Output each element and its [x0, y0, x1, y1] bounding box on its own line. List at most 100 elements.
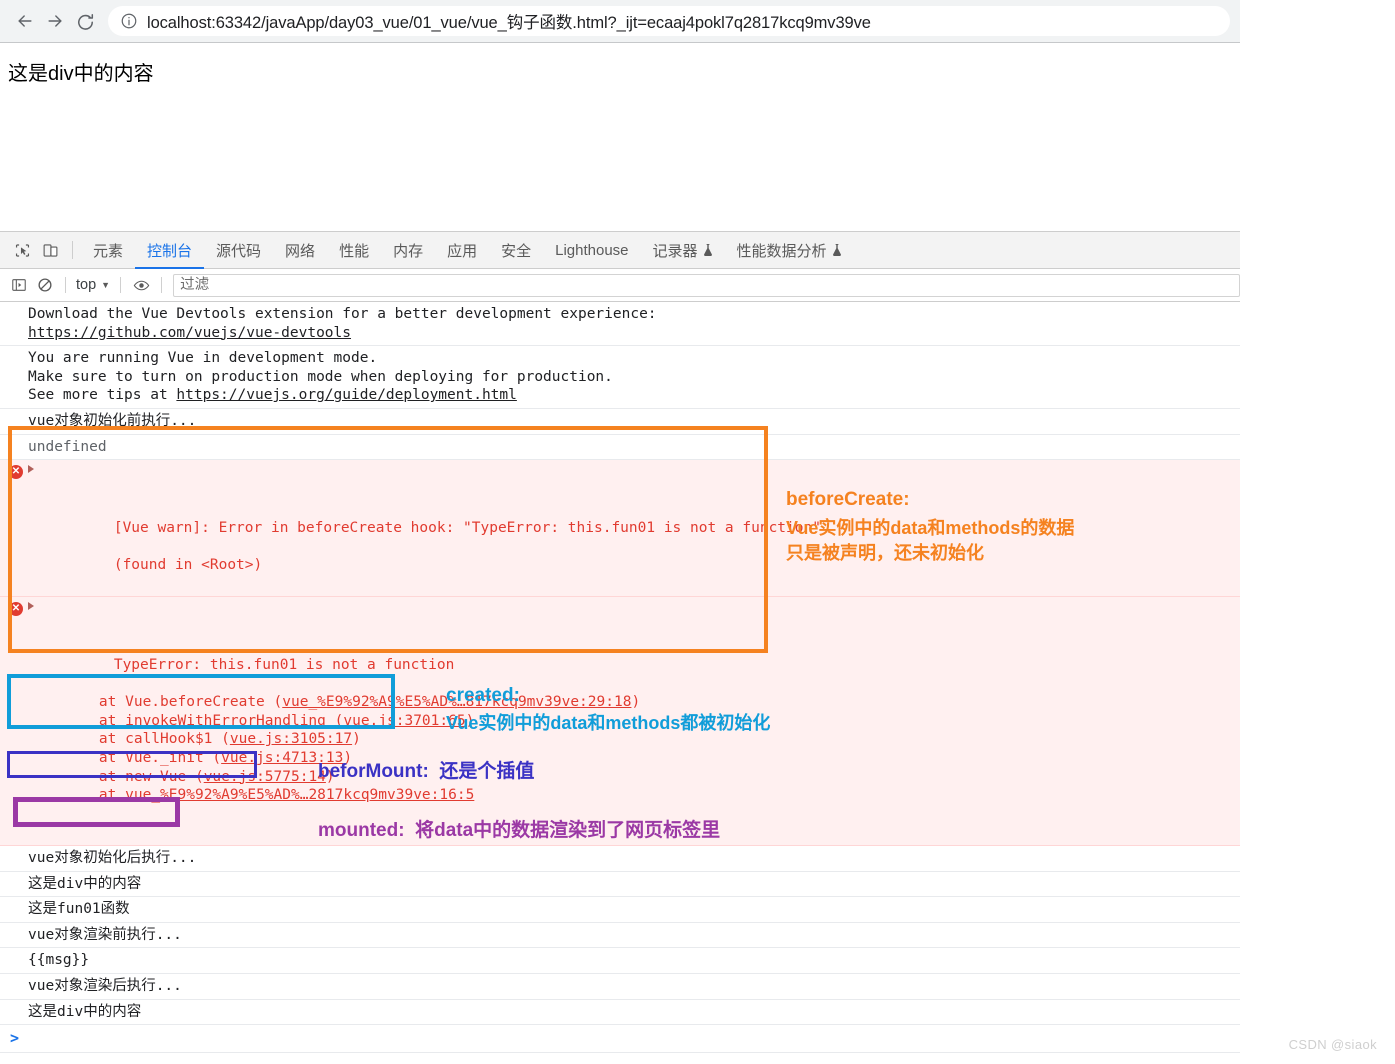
log-line: vue对象渲染后执行...	[28, 978, 182, 994]
annotation-body-before-create: Vue实例中的data和methods的数据 只是被声明，还未初始化	[786, 516, 1074, 566]
tab-elements[interactable]: 元素	[81, 232, 135, 269]
tab-console[interactable]: 控制台	[135, 232, 204, 269]
filterbar-divider	[161, 277, 163, 293]
browser-toolbar: localhost:63342/javaApp/day03_vue/01_vue…	[0, 0, 1240, 43]
stack-link[interactable]: vue.js:5775:14	[204, 769, 326, 785]
tab-security[interactable]: 安全	[489, 232, 543, 269]
tab-performance-insights[interactable]: 性能数据分析	[725, 232, 854, 269]
annotation-label-before-mount: beforMount: 还是个插值	[318, 759, 534, 784]
context-label: top	[76, 277, 97, 293]
live-expression-eye-icon[interactable]	[128, 272, 154, 298]
log-line: undefined	[28, 438, 107, 455]
error-line: TypeError: this.fun01 is not a function	[113, 657, 455, 674]
stack-link[interactable]: vue.js:3105:17	[230, 731, 352, 747]
stack-link[interactable]: vue_%E9%92%A9%E5%AD%…2817kcq9mv39ve:16:5	[125, 787, 474, 803]
annotation-title: created:	[446, 685, 520, 706]
log-line: vue对象渲染前执行...	[28, 926, 182, 943]
console-row-msg[interactable]: 这是div中的内容	[0, 872, 1240, 898]
console-row-before-create[interactable]: vue对象初始化前执行...	[0, 409, 1240, 435]
paren: )	[631, 694, 641, 711]
device-toolbar-icon[interactable]	[36, 236, 64, 264]
console-filter-input[interactable]	[173, 273, 1240, 297]
address-bar[interactable]: localhost:63342/javaApp/day03_vue/01_vue…	[108, 6, 1230, 36]
annotation-title: beforMount:	[318, 761, 429, 782]
console-row-mounted[interactable]: vue对象渲染后执行...	[0, 974, 1240, 1000]
devtools-link[interactable]: https://github.com/vuejs/vue-devtools	[28, 325, 351, 341]
log-line: vue对象初始化前执行...	[28, 412, 197, 429]
annotation-label-mounted: mounted: 将data中的数据渲染到了网页标签里	[318, 818, 720, 843]
console-row-mustache[interactable]: {{msg}}	[0, 948, 1240, 974]
console-row-undefined[interactable]: undefined	[0, 435, 1240, 461]
log-line: vue对象初始化后执行...	[28, 850, 197, 867]
expand-triangle-icon[interactable]	[28, 602, 34, 611]
flask-icon	[703, 243, 713, 257]
annotation-body-created: Vue实例中的data和methods都被初始化	[446, 711, 770, 736]
annotation-body: Vue实例中的data和methods都被初始化	[446, 713, 771, 733]
tab-label: 源代码	[216, 242, 262, 260]
filterbar-divider	[65, 277, 66, 293]
chevron-down-icon: ▼	[101, 280, 111, 290]
console-row-vue-devtools[interactable]: Download the Vue Devtools extension for …	[0, 302, 1240, 347]
toolbar-divider	[72, 241, 73, 259]
watermark: CSDN @siaok	[1288, 1037, 1377, 1052]
stack-frame: at new Vue (	[64, 768, 204, 785]
tab-application[interactable]: 应用	[435, 232, 489, 269]
paren: )	[352, 731, 361, 748]
annotation-label-created: created:	[446, 683, 520, 708]
tab-lighthouse[interactable]: Lighthouse	[543, 232, 640, 269]
tab-label: 性能数据分析	[736, 242, 827, 260]
console-sidebar-toggle-icon[interactable]	[6, 272, 32, 298]
tab-label: 元素	[93, 242, 124, 260]
console-row-fun01[interactable]: 这是fun01函数	[0, 897, 1240, 923]
devtools-tabbar: 元素 控制台 源代码 网络 性能 内存 应用 安全 Lighthouse 记录器…	[0, 232, 1240, 269]
console-filter-bar: top ▼	[0, 269, 1240, 302]
error-icon: ✕	[9, 465, 23, 480]
devtools-panel: 元素 控制台 源代码 网络 性能 内存 应用 安全 Lighthouse 记录器…	[0, 231, 1240, 1064]
console-row-before-mount[interactable]: vue对象渲染前执行...	[0, 923, 1240, 949]
tab-memory[interactable]: 内存	[381, 232, 435, 269]
stack-frame: at invokeWithErrorHandling (	[64, 712, 344, 729]
tab-label: Lighthouse	[555, 241, 629, 259]
tab-recorder[interactable]: 记录器	[641, 232, 725, 269]
log-line: You are running Vue in development mode.	[28, 350, 378, 367]
log-line: 这是fun01函数	[28, 901, 130, 918]
forward-icon[interactable]	[40, 6, 70, 36]
error-line: (found in <Root>)	[113, 557, 263, 574]
page-div-content: 这是div中的内容	[8, 63, 154, 85]
console-row-created[interactable]: vue对象初始化后执行...	[0, 846, 1240, 872]
log-line: See more tips at	[28, 387, 177, 404]
inspect-element-icon[interactable]	[8, 236, 36, 264]
tab-label: 安全	[501, 242, 532, 260]
tab-performance[interactable]: 性能	[327, 232, 381, 269]
annotation-title: mounted:	[318, 820, 405, 841]
screenshot-root: localhost:63342/javaApp/day03_vue/01_vue…	[0, 0, 1395, 1064]
tab-network[interactable]: 网络	[273, 232, 327, 269]
error-text: [Vue warn]: Error in beforeCreate hook: …	[104, 519, 821, 575]
clear-console-icon[interactable]	[32, 272, 58, 298]
stack-frame: at callHook$1 (	[64, 731, 230, 748]
console-row-rendered[interactable]: 这是div中的内容	[0, 1000, 1240, 1026]
page-viewport: 这是div中的内容	[0, 44, 1395, 228]
stack-frame: at Vue._init (	[64, 750, 222, 767]
site-info-icon[interactable]	[120, 12, 138, 30]
console-prompt[interactable]: >	[0, 1025, 1240, 1054]
log-line: 这是div中的内容	[28, 1003, 142, 1020]
console-output: Download the Vue Devtools extension for …	[0, 302, 1240, 1054]
tab-label: 控制台	[147, 242, 193, 260]
expand-triangle-icon[interactable]	[28, 465, 34, 474]
tab-label: 记录器	[652, 242, 698, 260]
stack-frame: at	[64, 787, 126, 804]
reload-icon[interactable]	[70, 6, 100, 36]
annotation-body: 还是个插值	[439, 761, 535, 782]
execution-context-selector[interactable]: top ▼	[73, 277, 113, 293]
back-icon[interactable]	[10, 6, 40, 36]
console-row-dev-mode[interactable]: You are running Vue in development mode.…	[0, 346, 1240, 409]
annotation-body: 将data中的数据渲染到了网页标签里	[415, 820, 721, 841]
tab-sources[interactable]: 源代码	[204, 232, 273, 269]
deployment-link[interactable]: https://vuejs.org/guide/deployment.html	[176, 387, 516, 403]
annotation-body: Vue实例中的data和methods的数据 只是被声明，还未初始化	[786, 518, 1075, 563]
prompt-caret-icon: >	[10, 1029, 20, 1048]
annotation-label-before-create: beforeCreate:	[786, 487, 910, 512]
tab-label: 网络	[285, 242, 316, 260]
tab-label: 性能	[339, 242, 370, 260]
